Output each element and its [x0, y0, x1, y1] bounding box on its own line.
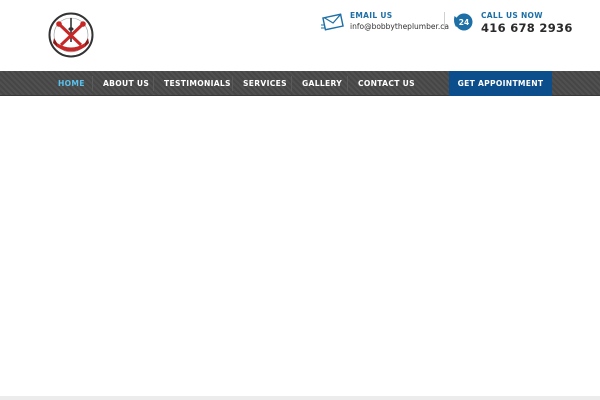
email-contact[interactable]: EMAIL US info@bobbytheplumber.ca: [321, 11, 449, 33]
phone-24-icon: 24: [454, 13, 473, 31]
phone-number-link[interactable]: 416 678 2936: [481, 21, 573, 35]
nav-separator: [347, 76, 348, 91]
phone-text: CALL US NOW 416 678 2936: [481, 11, 573, 35]
nav-separator: [153, 76, 154, 91]
nav-separator: [92, 76, 93, 91]
phone-badge: 24: [459, 18, 469, 27]
phone-label: CALL US NOW: [481, 11, 543, 20]
nav-item-services[interactable]: SERVICES: [243, 71, 287, 96]
get-appointment-button[interactable]: GET APPOINTMENT: [449, 71, 552, 96]
email-label: EMAIL US: [350, 11, 393, 20]
nav-item-testimonials[interactable]: TESTIMONIALS: [164, 71, 231, 96]
contact-divider: [444, 12, 445, 30]
nav-item-contact-us[interactable]: CONTACT US: [358, 71, 415, 96]
logo-icon[interactable]: [48, 12, 94, 58]
email-text: EMAIL US info@bobbytheplumber.ca: [350, 11, 449, 32]
phone-contact[interactable]: 24 CALL US NOW 416 678 2936: [452, 11, 573, 35]
nav-separator: [232, 76, 233, 91]
main-content: [0, 97, 600, 400]
site-header: EMAIL US info@bobbytheplumber.ca 24 CALL…: [0, 0, 600, 71]
email-address-link[interactable]: info@bobbytheplumber.ca: [350, 21, 449, 32]
nav-item-about-us[interactable]: ABOUT US: [103, 71, 149, 96]
nav-separator: [291, 76, 292, 91]
nav-item-gallery[interactable]: GALLERY: [302, 71, 342, 96]
nav-item-home[interactable]: HOME: [58, 71, 85, 96]
page-bottom-edge: [0, 396, 600, 400]
envelope-icon: [321, 13, 344, 31]
